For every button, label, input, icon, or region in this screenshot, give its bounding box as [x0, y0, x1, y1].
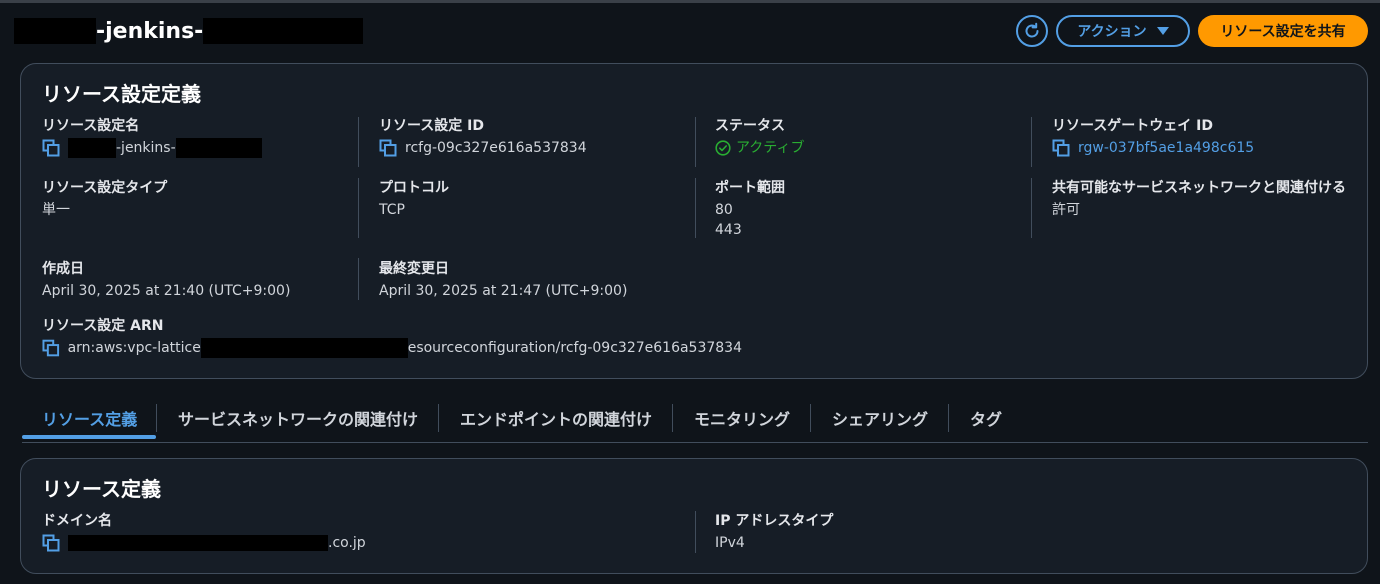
tab-separator — [948, 404, 949, 432]
active-tab-indicator — [22, 435, 156, 439]
tab-separator — [672, 404, 673, 432]
status-field: ステータス アクティブ — [715, 116, 1025, 158]
status-value: アクティブ — [715, 138, 1025, 158]
refresh-button[interactable] — [1016, 15, 1048, 47]
last-modified-field: 最終変更日 April 30, 2025 at 21:47 (UTC+9:00) — [379, 259, 689, 301]
protocol-field: プロトコル TCP — [379, 178, 689, 220]
copy-icon[interactable] — [1052, 139, 1070, 157]
arn-prefix-text: arn:aws:vpc-lattice — [67, 340, 201, 356]
tab-bar: リソース定義 サービスネットワークの関連付け エンドポイントの関連付け モニタリ… — [22, 398, 1368, 443]
resource-gateway-link[interactable]: rgw-037bf5ae1a498c615 — [1078, 138, 1254, 158]
ip-address-type-field: IP アドレスタイプ IPv4 — [715, 511, 1025, 553]
divider — [358, 178, 359, 238]
tab-endpoint-associations[interactable]: エンドポイントの関連付け — [460, 398, 652, 438]
port-value: 80 — [715, 202, 733, 218]
field-label: IP アドレスタイプ — [715, 513, 834, 529]
field-label: ポート範囲 — [715, 180, 785, 196]
tab-separator — [156, 404, 157, 432]
top-border — [0, 0, 1380, 3]
field-label: ステータス — [715, 118, 785, 134]
divider — [358, 117, 359, 167]
redacted-block — [68, 535, 328, 551]
redacted-block — [68, 138, 116, 158]
status-text: アクティブ — [736, 140, 805, 156]
divider — [1031, 178, 1032, 238]
tab-tags[interactable]: タグ — [970, 398, 1002, 438]
resource-definition-panel: リソース定義 ドメイン名 .co.jp IP アドレスタイプ IPv4 — [20, 458, 1368, 574]
tab-service-network-associations[interactable]: サービスネットワークの関連付け — [178, 398, 418, 438]
tab-separator — [438, 404, 439, 432]
resource-config-type-field: リソース設定タイプ 単一 — [42, 178, 352, 220]
field-label: 作成日 — [42, 261, 84, 277]
resource-config-details-panel: リソース設定定義 リソース設定名 -jenkins- リソース設定 ID rcf… — [20, 63, 1368, 379]
resource-name-text: -jenkins- — [116, 140, 176, 156]
field-value: rgw-037bf5ae1a498c615 — [1052, 138, 1362, 158]
field-value: April 30, 2025 at 21:47 (UTC+9:00) — [379, 283, 628, 299]
resource-config-name-field: リソース設定名 -jenkins- — [42, 116, 352, 158]
field-label: リソース設定名 — [42, 118, 140, 134]
copy-icon[interactable] — [42, 534, 60, 552]
field-value: -jenkins- — [42, 138, 352, 158]
field-label: リソースゲートウェイ ID — [1052, 118, 1214, 134]
tab-monitoring[interactable]: モニタリング — [694, 398, 790, 438]
actions-label: アクション — [1077, 24, 1147, 40]
redacted-block — [175, 138, 262, 158]
divider — [1031, 117, 1032, 167]
field-value: .co.jp — [42, 533, 642, 553]
domain-name-field: ドメイン名 .co.jp — [42, 511, 642, 553]
field-value: 単一 — [42, 202, 70, 218]
caret-down-icon — [1156, 27, 1169, 35]
definition-title: リソース定義 — [42, 477, 161, 501]
copy-icon[interactable] — [42, 139, 60, 157]
refresh-icon — [1025, 22, 1039, 38]
share-resource-config-button[interactable]: リソース設定を共有 — [1198, 15, 1368, 47]
arn-suffix-text: esourceconfiguration/rcfg-09c327e616a537… — [407, 340, 742, 356]
resource-gateway-id-field: リソースゲートウェイ ID rgw-037bf5ae1a498c615 — [1052, 116, 1362, 158]
field-label: リソース設定 ID — [379, 118, 485, 134]
field-label: 共有可能なサービスネットワークと関連付ける — [1052, 180, 1346, 196]
field-label: リソース設定 ARN — [42, 318, 164, 334]
resource-config-arn-field: リソース設定 ARN arn:aws:vpc-lattice esourceco… — [42, 316, 742, 358]
field-value: arn:aws:vpc-lattice esourceconfiguration… — [42, 338, 742, 358]
domain-suffix-text: .co.jp — [328, 535, 366, 551]
page-title-text: -jenkins- — [96, 18, 204, 44]
divider — [695, 511, 696, 553]
tab-separator — [810, 404, 811, 432]
divider — [695, 178, 696, 238]
field-value: IPv4 — [715, 535, 745, 551]
field-value: TCP — [379, 202, 405, 218]
field-label: ドメイン名 — [42, 513, 112, 529]
field-label: プロトコル — [379, 180, 449, 196]
field-value: rcfg-09c327e616a537834 — [379, 138, 689, 158]
field-label: リソース設定タイプ — [42, 180, 168, 196]
port-range-field: ポート範囲 80 443 — [715, 178, 1025, 240]
copy-icon[interactable] — [379, 139, 397, 157]
check-circle-icon — [715, 140, 731, 156]
divider — [358, 258, 359, 300]
port-value: 443 — [715, 222, 742, 238]
copy-icon[interactable] — [42, 339, 60, 357]
created-date-field: 作成日 April 30, 2025 at 21:40 (UTC+9:00) — [42, 259, 352, 301]
details-title: リソース設定定義 — [42, 82, 201, 106]
actions-dropdown-button[interactable]: アクション — [1056, 15, 1190, 47]
share-label: リソース設定を共有 — [1220, 24, 1346, 40]
redacted-block — [203, 18, 364, 44]
redacted-block — [14, 18, 96, 44]
resource-config-id-field: リソース設定 ID rcfg-09c327e616a537834 — [379, 116, 689, 158]
field-value: 許可 — [1052, 202, 1080, 218]
tab-sharing[interactable]: シェアリング — [832, 398, 928, 438]
tab-resource-definition[interactable]: リソース定義 — [42, 398, 137, 438]
resource-config-id-text: rcfg-09c327e616a537834 — [405, 140, 587, 156]
field-value: April 30, 2025 at 21:40 (UTC+9:00) — [42, 283, 291, 299]
divider — [695, 117, 696, 167]
field-label: 最終変更日 — [379, 261, 449, 277]
redacted-block — [200, 338, 408, 358]
page-title: -jenkins- — [14, 16, 364, 46]
shareable-service-network-field: 共有可能なサービスネットワークと関連付ける 許可 — [1052, 178, 1362, 220]
